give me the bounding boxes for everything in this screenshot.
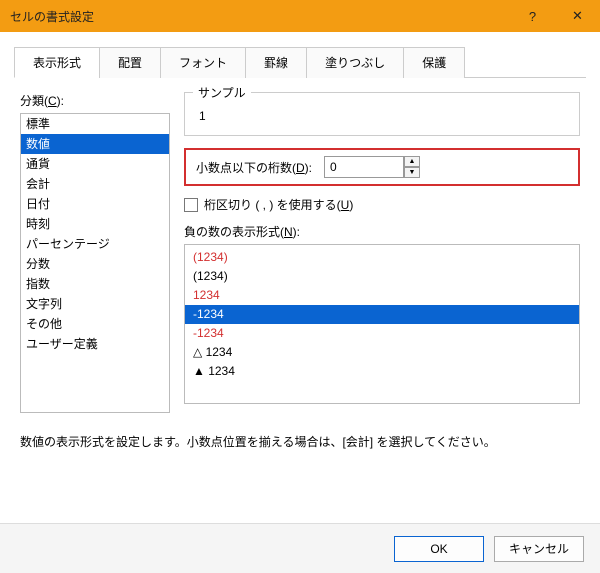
category-item[interactable]: その他	[21, 314, 169, 334]
negative-format-item[interactable]: -1234	[185, 305, 579, 324]
category-item[interactable]: 通貨	[21, 154, 169, 174]
category-item[interactable]: 標準	[21, 114, 169, 134]
thousands-checkbox[interactable]	[184, 198, 198, 212]
ok-button[interactable]: OK	[394, 536, 484, 562]
thousands-label: 桁区切り ( , ) を使用する(U)	[204, 196, 353, 213]
category-item[interactable]: 数値	[21, 134, 169, 154]
description-text: 数値の表示形式を設定します。小数点位置を揃える場合は、[会計] を選択してくださ…	[20, 433, 580, 450]
negative-format-item[interactable]: (1234)	[185, 267, 579, 286]
tab-1[interactable]: 配置	[99, 47, 161, 78]
category-item[interactable]: 会計	[21, 174, 169, 194]
negative-format-listbox[interactable]: (1234)(1234)1234-1234-1234△ 1234▲ 1234	[184, 244, 580, 404]
negative-format-label: 負の数の表示形式(N):	[184, 223, 580, 240]
tab-3[interactable]: 罫線	[245, 47, 307, 78]
category-item[interactable]: 分数	[21, 254, 169, 274]
category-item[interactable]: 文字列	[21, 294, 169, 314]
decimal-places-spinner[interactable]: ▲ ▼	[324, 156, 420, 178]
spinner-down-icon[interactable]: ▼	[404, 167, 420, 178]
category-item[interactable]: 指数	[21, 274, 169, 294]
category-item[interactable]: パーセンテージ	[21, 234, 169, 254]
help-icon: ?	[529, 9, 536, 24]
category-label: 分類(C):	[20, 92, 170, 109]
negative-format-item[interactable]: -1234	[185, 324, 579, 343]
tabs-bar: 表示形式配置フォント罫線塗りつぶし保護	[14, 46, 586, 78]
category-item[interactable]: 日付	[21, 194, 169, 214]
negative-format-item[interactable]: △ 1234	[185, 343, 579, 362]
dialog-footer: OK キャンセル	[0, 523, 600, 573]
tab-5[interactable]: 保護	[403, 47, 465, 78]
decimal-places-input[interactable]	[324, 156, 404, 178]
negative-format-item[interactable]: (1234)	[185, 248, 579, 267]
help-button[interactable]: ?	[510, 0, 555, 32]
sample-legend: サンプル	[193, 84, 251, 101]
tab-0[interactable]: 表示形式	[14, 47, 100, 78]
category-item[interactable]: ユーザー定義	[21, 334, 169, 354]
spinner-up-icon[interactable]: ▲	[404, 156, 420, 167]
category-listbox[interactable]: 標準数値通貨会計日付時刻パーセンテージ分数指数文字列その他ユーザー定義	[20, 113, 170, 413]
negative-format-item[interactable]: 1234	[185, 286, 579, 305]
titlebar: セルの書式設定 ? ✕	[0, 0, 600, 32]
cancel-button[interactable]: キャンセル	[494, 536, 584, 562]
decimal-places-highlighted: 小数点以下の桁数(D): ▲ ▼	[184, 148, 580, 186]
tab-4[interactable]: 塗りつぶし	[306, 47, 404, 78]
sample-fieldset: サンプル 1	[184, 92, 580, 136]
thousands-separator-row[interactable]: 桁区切り ( , ) を使用する(U)	[184, 196, 580, 213]
category-item[interactable]: 時刻	[21, 214, 169, 234]
content-area: 分類(C): 標準数値通貨会計日付時刻パーセンテージ分数指数文字列その他ユーザー…	[0, 78, 600, 464]
tab-2[interactable]: フォント	[160, 47, 246, 78]
window-title: セルの書式設定	[10, 8, 94, 25]
sample-value: 1	[195, 103, 569, 123]
negative-format-item[interactable]: ▲ 1234	[185, 362, 579, 381]
close-button[interactable]: ✕	[555, 0, 600, 32]
close-icon: ✕	[572, 8, 583, 24]
decimal-places-label: 小数点以下の桁数(D):	[196, 159, 312, 176]
